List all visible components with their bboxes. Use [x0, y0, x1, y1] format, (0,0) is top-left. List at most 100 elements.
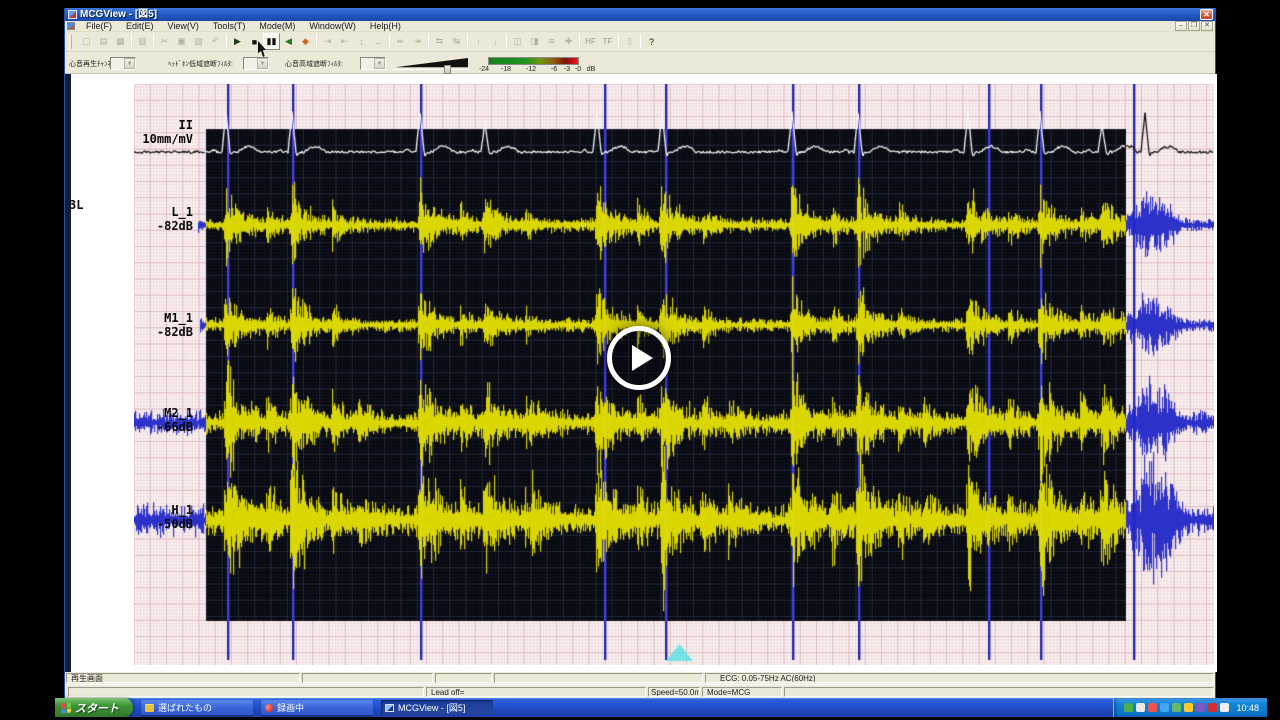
- tray-icon-1[interactable]: [1124, 703, 1133, 712]
- lowcut-filter-combo[interactable]: ▼: [243, 57, 269, 70]
- toolbar-separator: [316, 34, 317, 49]
- hf-filter-button[interactable]: HF: [582, 33, 599, 50]
- record-marker-button[interactable]: ◆: [297, 33, 314, 50]
- print-button[interactable]: ▥: [134, 33, 151, 50]
- highcut-filter-combo[interactable]: ▼: [360, 57, 386, 70]
- filter-button[interactable]: ≋: [543, 33, 560, 50]
- toolbar-separator: [153, 34, 154, 49]
- open-file-button[interactable]: ▤: [95, 33, 112, 50]
- taskbar: スタート 選ばれたもの録画中 MCGView - [図5] 10:48: [55, 698, 1267, 717]
- tray-icon-3[interactable]: [1148, 703, 1157, 712]
- tray-icon-4[interactable]: [1160, 703, 1169, 712]
- video-play-button[interactable]: [607, 326, 671, 390]
- menu-file[interactable]: File(F): [79, 21, 119, 32]
- channel-select-combo[interactable]: ▼: [110, 57, 136, 70]
- mdi-document-icon: [67, 22, 75, 30]
- db-tick-label: -6: [551, 66, 557, 73]
- status-leadoff-pane: Lead off=: [426, 687, 646, 697]
- toolbar-separator: [389, 34, 390, 49]
- toolbar-separator: [640, 34, 641, 49]
- status-pane: [494, 673, 703, 683]
- zoom-amp-up-button[interactable]: ↕: [353, 33, 370, 50]
- page-forward-button[interactable]: ↠: [409, 33, 426, 50]
- taskbar-clock: 10:48: [1236, 703, 1259, 713]
- close-button[interactable]: ✕: [1200, 9, 1213, 20]
- chevron-down-icon[interactable]: ▼: [257, 58, 268, 69]
- measure-button[interactable]: ✚: [560, 33, 577, 50]
- db-tick-label: -0: [575, 66, 581, 73]
- channel-up-button[interactable]: ↑: [470, 33, 487, 50]
- menu-help[interactable]: Help(H): [363, 21, 408, 32]
- expand-scale-button[interactable]: ⇆: [431, 33, 448, 50]
- page-back-button[interactable]: ↞: [392, 33, 409, 50]
- toolbar-separator: [618, 34, 619, 49]
- rec-icon: [265, 704, 273, 712]
- window-title: MCGView - [図5]: [80, 8, 157, 21]
- toolbar-audio: 心音再生ﾁｬﾝﾈﾙ: ▼ ﾍｯﾄﾞﾎﾝ低域遮断ﾌｨﾙﾀ: ▼ 心音高域遮断ﾌｨﾙ…: [65, 53, 1215, 74]
- folder-icon: [145, 704, 154, 712]
- tray-icon-5[interactable]: [1172, 703, 1181, 712]
- menu-bar: File(F)Edit(E)View(V)Tools(T)Mode(M)Wind…: [65, 21, 1215, 32]
- task-folder[interactable]: 選ばれたもの: [141, 700, 253, 715]
- compress-scale-button[interactable]: ↹: [448, 33, 465, 50]
- patient-info-button[interactable]: ▯: [621, 33, 638, 50]
- db-level-gradient: [488, 57, 579, 65]
- cut-button[interactable]: ✂: [156, 33, 173, 50]
- zoom-time-in-button[interactable]: ⇥: [319, 33, 336, 50]
- tray-icon-8[interactable]: [1208, 703, 1217, 712]
- undo-button[interactable]: ↶: [207, 33, 224, 50]
- mdi-close-button[interactable]: ✕: [1201, 21, 1213, 31]
- waveform-area: II 10mm/mV 3L L_1 -82dB M1_1 -82dB M2_1 …: [65, 74, 1217, 672]
- help-button[interactable]: ?: [643, 33, 660, 50]
- screen: MCGView - [図5] ✕ File(F)Edit(E)View(V)To…: [0, 0, 1280, 720]
- channel-down-button[interactable]: ↓: [487, 33, 504, 50]
- system-tray: 10:48: [1113, 698, 1267, 717]
- menu-tools[interactable]: Tools(T): [206, 21, 253, 32]
- tf-filter-button[interactable]: TF: [599, 33, 616, 50]
- mdi-restore-button[interactable]: ❐: [1188, 21, 1200, 31]
- outer-status-bar: Lead off= Speed=50.0mm/s Mode=MCG: [65, 684, 1215, 697]
- task-mcgview[interactable]: MCGView - [図5]: [381, 700, 493, 715]
- tray-icon-7[interactable]: [1196, 703, 1205, 712]
- tray-icon-9[interactable]: [1220, 703, 1229, 712]
- lowcut-filter-label: ﾍｯﾄﾞﾎﾝ低域遮断ﾌｨﾙﾀ:: [168, 59, 233, 69]
- status-pane: [435, 673, 492, 683]
- zoom-time-out-button[interactable]: ⇤: [336, 33, 353, 50]
- menu-window[interactable]: Window(W): [302, 21, 363, 32]
- volume-slider-thumb[interactable]: [444, 65, 451, 74]
- chevron-down-icon[interactable]: ▼: [124, 58, 135, 69]
- paste-button[interactable]: ▧: [190, 33, 207, 50]
- db-tick-label: -12: [526, 66, 536, 73]
- copy-button[interactable]: ▣: [173, 33, 190, 50]
- toolbar-separator: [579, 34, 580, 49]
- start-button[interactable]: スタート: [55, 698, 133, 717]
- zoom-amp-down-button[interactable]: ↔: [370, 33, 387, 50]
- menu-edit[interactable]: Edit(E): [119, 21, 161, 32]
- menu-mode[interactable]: Mode(M): [252, 21, 302, 32]
- menu-view[interactable]: View(V): [161, 21, 206, 32]
- volume-wedge-icon: [395, 58, 468, 68]
- task-recording[interactable]: 録画中: [261, 700, 373, 715]
- new-file-button[interactable]: ▢: [78, 33, 95, 50]
- volume-slider-track[interactable]: [393, 69, 470, 70]
- marker-b-button[interactable]: ◨: [526, 33, 543, 50]
- tray-icon-2[interactable]: [1136, 703, 1145, 712]
- status-mode-pane: 再生画面: [66, 673, 300, 683]
- step-back-button[interactable]: ◀: [280, 33, 297, 50]
- save-button[interactable]: ▦: [112, 33, 129, 50]
- tray-icon-6[interactable]: [1184, 703, 1193, 712]
- toolbar-separator: [506, 34, 507, 49]
- db-unit-label: dB: [587, 66, 596, 73]
- marker-a-button[interactable]: ◫: [509, 33, 526, 50]
- pause-button[interactable]: ▮▮: [263, 33, 280, 50]
- channel-label-ecg: II 10mm/mV: [83, 118, 193, 146]
- play-button[interactable]: ▶: [229, 33, 246, 50]
- play-icon[interactable]: [607, 326, 671, 390]
- app-icon: [68, 10, 77, 19]
- mdi-minimize-button[interactable]: –: [1175, 21, 1187, 31]
- status-pane: [302, 673, 433, 683]
- toolbar-separator: [226, 34, 227, 49]
- channel-label-l1: L_1 -82dB: [83, 205, 193, 233]
- chevron-down-icon[interactable]: ▼: [374, 58, 385, 69]
- status-mode-pane: Mode=MCG: [702, 687, 782, 697]
